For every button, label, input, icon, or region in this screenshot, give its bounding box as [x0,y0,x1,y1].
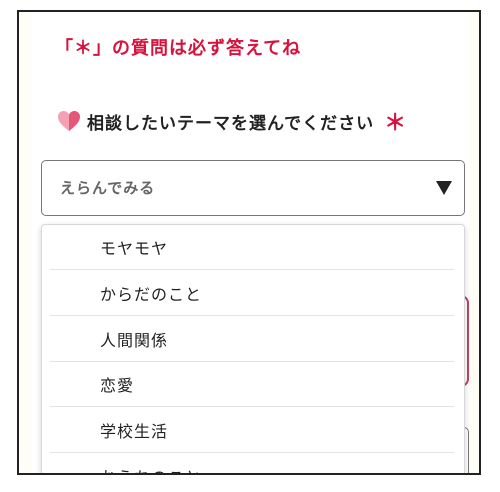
option-label: モヤモヤ [100,239,169,258]
dropdown-list[interactable]: モヤモヤ からだのこと 人間関係 恋愛 学校生活 おうちのこと [41,224,465,473]
required-note: 「＊」の質問は必ず答えてね [55,38,302,59]
dropdown-option[interactable]: おうちのこと [50,454,454,473]
option-label: おうちのこと [100,464,202,473]
dropdown-option[interactable]: からだのこと [50,271,454,316]
question-label: 相談したいテーマを選んでください [87,113,375,134]
dropdown-arrow-icon[interactable] [436,181,452,195]
page-frame: 「＊」の質問は必ず答えてね 相談したいテーマを選んでください ＊ えらんでみる … [17,10,481,475]
dropdown-option[interactable]: 人間関係 [50,317,454,362]
dropdown-option[interactable]: 学校生活 [50,408,454,453]
option-label: 人間関係 [100,331,169,350]
select-value: えらんでみる [60,179,156,197]
dropdown-option[interactable]: 恋愛 [50,362,454,407]
question-heading: 相談したいテーマを選んでください ＊ [57,108,407,136]
option-label: からだのこと [100,285,203,304]
heart-icon [58,111,80,131]
option-label: 学校生活 [100,422,169,441]
dropdown-option[interactable]: モヤモヤ [50,225,454,270]
required-mark: ＊ [384,111,407,136]
option-label: 恋愛 [100,376,135,395]
theme-select[interactable]: えらんでみる [41,160,465,216]
